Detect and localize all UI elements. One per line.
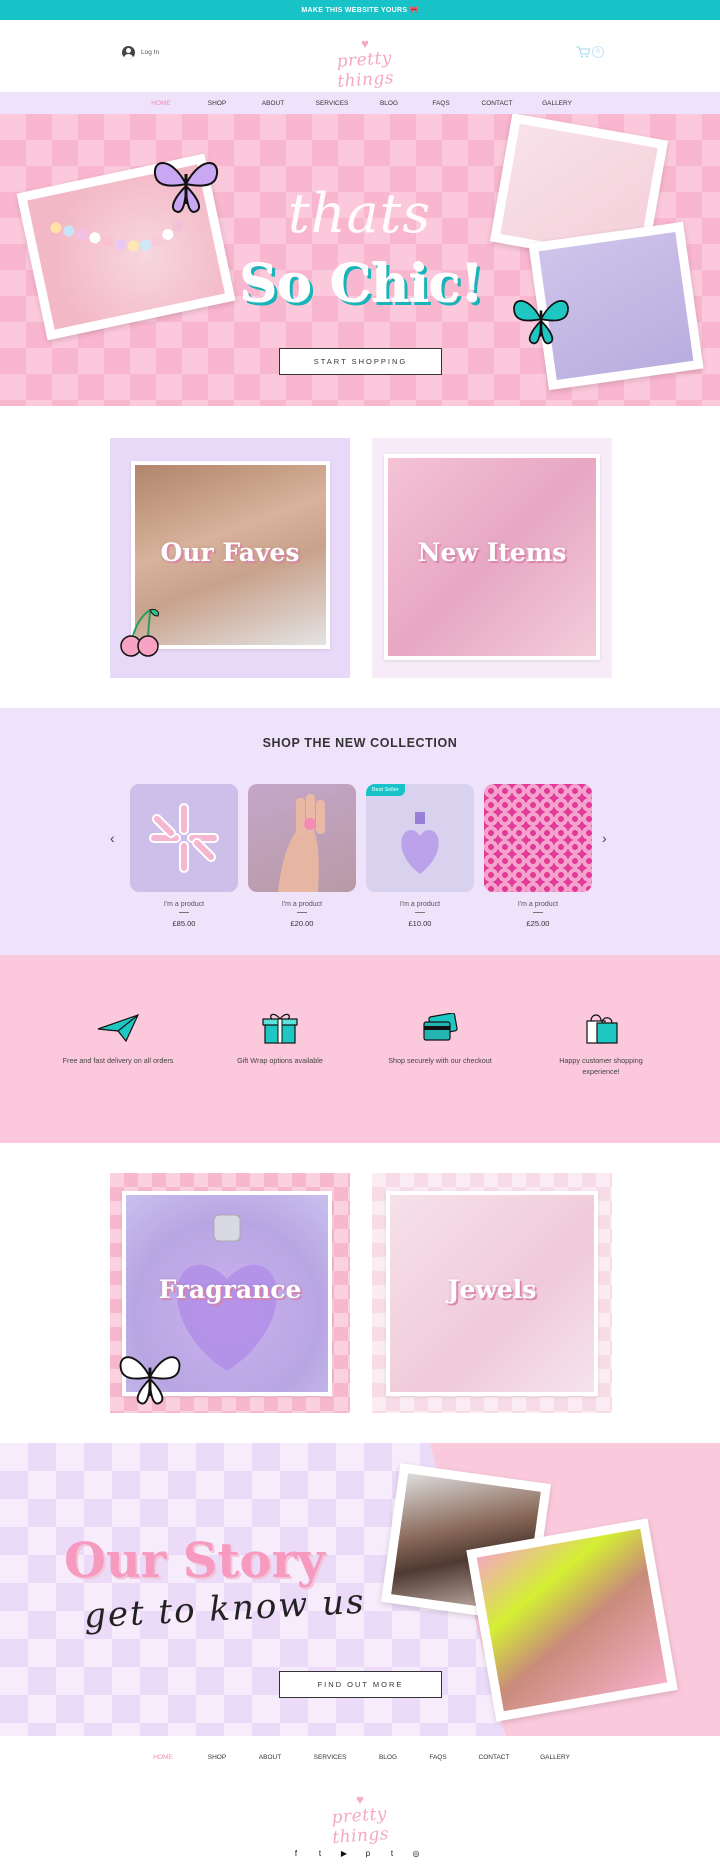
footer-nav-gallery[interactable]: GALLERY [525, 1754, 585, 1761]
nav-item-contact[interactable]: CONTACT [467, 100, 527, 107]
nav-item-faqs[interactable]: FAQS [415, 100, 467, 107]
tile-label-new-items: New Items [417, 538, 567, 567]
product-card[interactable]: I'm a product £20.00 [248, 784, 356, 934]
tile-label-jewels: Jewels [447, 1275, 537, 1304]
category-tile-fragrance[interactable]: Fragrance [110, 1173, 350, 1413]
product-name[interactable]: I'm a product [130, 901, 238, 908]
tile-label-faves: Our Faves [160, 538, 300, 567]
feature-label: Gift Wrap options available [237, 1056, 323, 1065]
feature-happy-customer: Happy customer shopping experience! [541, 1011, 661, 1077]
footer-nav-services[interactable]: SERVICES [297, 1754, 363, 1761]
banner-text: MAKE THIS WEBSITE YOURS 🎀 [301, 7, 419, 14]
new-collection-section: SHOP THE NEW COLLECTION ‹ › I'm a produc… [0, 708, 720, 955]
product-image[interactable] [484, 784, 592, 892]
footer-nav-faqs[interactable]: FAQS [413, 1754, 463, 1761]
site-header: Log In ♥ pretty things 0 [0, 20, 720, 92]
cart-button[interactable]: 0 [576, 46, 604, 58]
cherry-icon [120, 609, 159, 657]
nav-item-home[interactable]: HOME [133, 100, 189, 107]
best-seller-badge: Best Seller [366, 784, 405, 796]
cart-icon [576, 46, 590, 58]
category-tile-jewels[interactable]: Jewels [372, 1173, 612, 1413]
product-price: £20.00 [290, 919, 314, 928]
nav-item-services[interactable]: SERVICES [301, 100, 363, 107]
user-avatar-icon [122, 46, 135, 59]
login-label: Log In [141, 49, 160, 56]
social-links: f t ▶ p t ◎ [290, 1849, 422, 1858]
facebook-icon[interactable]: f [290, 1849, 302, 1858]
product-name[interactable]: I'm a product [484, 901, 592, 908]
product-price: £25.00 [526, 919, 550, 928]
credit-card-icon [380, 1011, 500, 1045]
our-story-section: Our Story get to know us FIND OUT MORE [0, 1443, 720, 1736]
nav-item-shop[interactable]: SHOP [189, 100, 245, 107]
footer-logo[interactable]: ♥ pretty things [305, 1793, 415, 1848]
youtube-icon[interactable]: ▶ [338, 1849, 350, 1858]
tile-label-fragrance: Fragrance [158, 1275, 302, 1304]
category-tiles-top: Our Faves New Items [0, 406, 720, 708]
carousel-prev-arrow-icon[interactable]: ‹ [110, 830, 115, 846]
find-out-more-button[interactable]: FIND OUT MORE [279, 1671, 442, 1698]
start-shopping-button[interactable]: START SHOPPING [279, 348, 442, 375]
butterfly-icon [153, 162, 219, 214]
feature-label: Shop securely with our checkout [388, 1056, 492, 1065]
footer-nav-contact[interactable]: CONTACT [463, 1754, 525, 1761]
category-tile-new-items[interactable]: New Items [372, 438, 612, 678]
footer-nav: HOME SHOP ABOUT SERVICES BLOG FAQS CONTA… [0, 1754, 720, 1761]
nav-item-gallery[interactable]: GALLERY [527, 100, 587, 107]
hero-section: thats So Chic! START SHOPPING [0, 114, 720, 406]
feature-delivery: Free and fast delivery on all orders [58, 1011, 178, 1066]
nav-item-about[interactable]: ABOUT [245, 100, 301, 107]
footer-nav-home[interactable]: HOME [135, 1754, 191, 1761]
page: MAKE THIS WEBSITE YOURS 🎀 Log In ♥ prett… [0, 0, 720, 1876]
collection-title: SHOP THE NEW COLLECTION [262, 736, 458, 750]
story-photo-2 [466, 1518, 678, 1722]
footer-nav-blog[interactable]: BLOG [363, 1754, 413, 1761]
main-nav: HOME SHOP ABOUT SERVICES BLOG FAQS CONTA… [0, 92, 720, 114]
feature-label: Happy customer shopping experience! [559, 1056, 643, 1076]
product-card[interactable]: I'm a product £85.00 [130, 784, 238, 934]
shopping-bag-icon [541, 1011, 661, 1045]
hero-title: So Chic! [240, 254, 484, 315]
story-subtitle: get to know us [83, 1581, 367, 1637]
feature-label: Free and fast delivery on all orders [62, 1056, 174, 1065]
site-footer: HOME SHOP ABOUT SERVICES BLOG FAQS CONTA… [0, 1736, 720, 1876]
nav-item-blog[interactable]: BLOG [363, 100, 415, 107]
product-image[interactable] [130, 784, 238, 892]
teal-butterfly-icon [513, 300, 569, 345]
tumblr-icon[interactable]: t [386, 1849, 398, 1858]
hero-script-title: thats [288, 182, 432, 245]
site-logo[interactable]: ♥ pretty things [310, 37, 420, 92]
promo-banner[interactable]: MAKE THIS WEBSITE YOURS 🎀 [0, 0, 720, 20]
product-price: £10.00 [408, 919, 432, 928]
footer-logo-text: pretty things [331, 1804, 390, 1848]
feature-gift-wrap: Gift Wrap options available [220, 1011, 340, 1066]
footer-nav-about[interactable]: ABOUT [243, 1754, 297, 1761]
category-tile-faves[interactable]: Our Faves [110, 438, 350, 678]
product-card[interactable]: Best Seller I'm a product £10.00 [366, 784, 474, 934]
product-name[interactable]: I'm a product [248, 901, 356, 908]
butterfly-icon [119, 1356, 181, 1405]
footer-nav-shop[interactable]: SHOP [191, 1754, 243, 1761]
carousel-next-arrow-icon[interactable]: › [602, 830, 607, 846]
product-name[interactable]: I'm a product [366, 901, 474, 908]
pinterest-icon[interactable]: p [362, 1849, 374, 1858]
gift-box-icon [220, 1011, 340, 1045]
product-card[interactable]: I'm a product £25.00 [484, 784, 592, 934]
product-image[interactable]: Best Seller [366, 784, 474, 892]
story-title: Our Story [64, 1533, 325, 1589]
paper-plane-icon [58, 1011, 178, 1045]
logo-text: pretty things [336, 48, 395, 92]
feature-secure-checkout: Shop securely with our checkout [380, 1011, 500, 1066]
twitter-icon[interactable]: t [314, 1849, 326, 1858]
login-button[interactable]: Log In [122, 46, 159, 59]
cart-count: 0 [592, 46, 604, 58]
instagram-icon[interactable]: ◎ [410, 1849, 422, 1858]
product-price: £85.00 [172, 919, 196, 928]
category-tiles-bottom: Fragrance Jewels [0, 1143, 720, 1443]
features-section: Free and fast delivery on all orders Gif… [0, 955, 720, 1143]
product-image[interactable] [248, 784, 356, 892]
